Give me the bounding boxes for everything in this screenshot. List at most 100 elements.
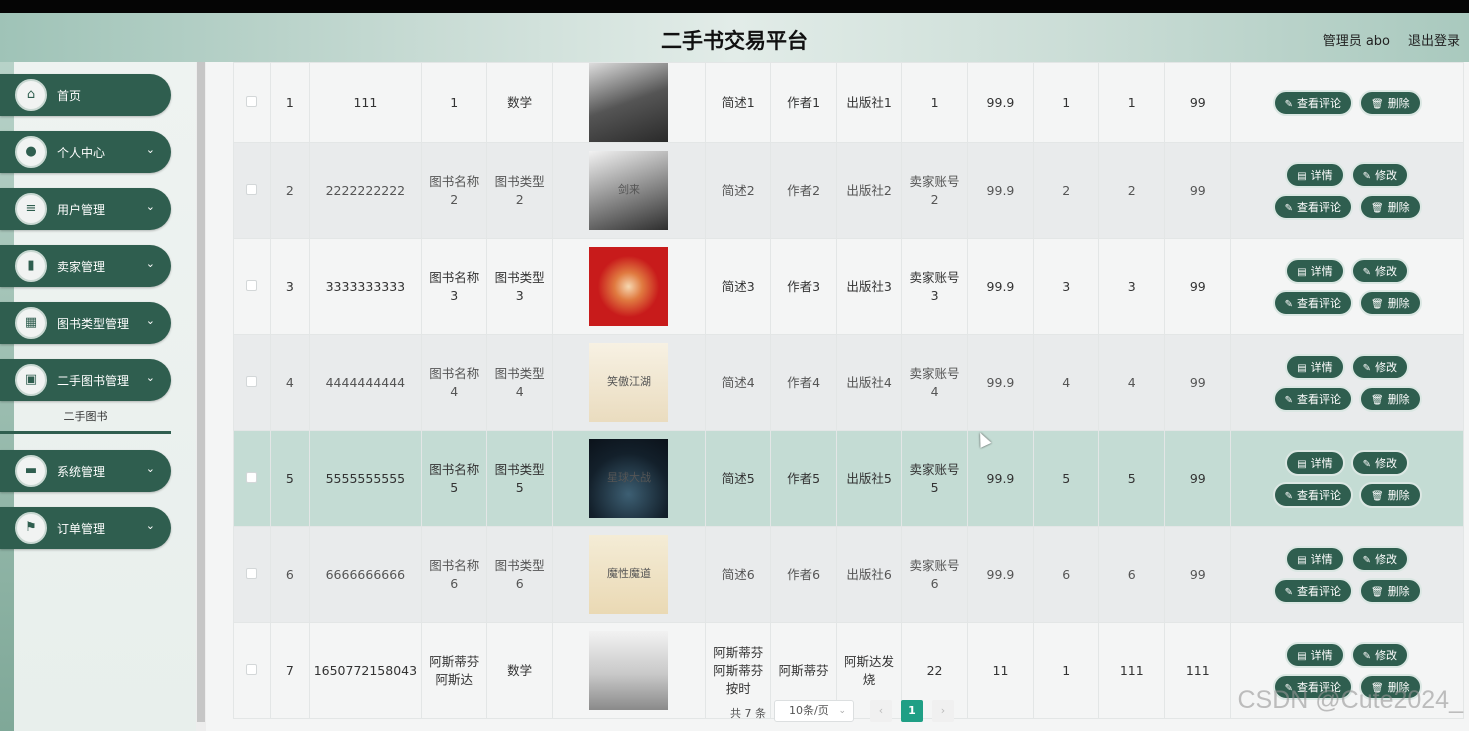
table-row[interactable]: 3 3333333333 图书名称3 图书类型3 简述3 作者3 出版社3 卖家账号3 99.9… [233,238,1464,335]
delete-button[interactable]: 🗑 删除 [1358,89,1422,116]
logout-link[interactable]: 退出登录 [1408,30,1460,49]
grid-icon: ▦ [15,307,47,339]
delete-button[interactable]: 🗑 删除 [1358,289,1422,316]
book-cover-image[interactable]: 笑傲江湖 [589,343,669,422]
edit-button[interactable]: ✎ 修改 [1350,257,1410,284]
cell-cover [551,238,707,335]
book-cover-image[interactable] [589,247,669,326]
book-cover-image[interactable]: 星球大战 [589,439,669,518]
row-checkbox[interactable] [246,471,258,483]
detail-button[interactable]: ▤ 详情 [1285,545,1345,572]
page-size-value: 10条/页 [789,704,829,717]
sidebar-item-2[interactable]: ● 个人中心 ⌄ [0,131,171,173]
trash-icon: 🗑 [1370,98,1384,110]
sidebar-item-5[interactable]: ▦ 图书类型管理 ⌄ [0,302,171,344]
prev-page-button[interactable]: ‹ [870,700,892,722]
page-title: 二手书交易平台 [661,29,808,53]
detail-button[interactable]: ▤ 详情 [1285,161,1345,188]
cell-value-1: 3 [1033,238,1100,335]
row-checkbox[interactable] [246,183,258,195]
cell-description: 简述3 [705,238,772,335]
cell-publisher: 出版社2 [835,142,903,239]
sidebar-item-6[interactable]: ▣ 二手图书管理 ⌄ [0,359,171,401]
table-row[interactable]: 5 5555555555 图书名称5 图书类型5 星球大战 简述5 作者5 出版社5 卖家账号5… [233,430,1464,527]
view-comments-button[interactable]: ✎ 查看评论 [1272,481,1353,508]
row-checkbox[interactable] [246,279,258,291]
cell-author: 作者6 [770,526,837,623]
row-checkbox[interactable] [246,375,258,387]
trash-icon: 🗑 [1370,490,1384,502]
table-row[interactable]: 6 6666666666 图书名称6 图书类型6 魔性魔道 简述6 作者6 出版社6 卖家账号6… [233,526,1464,623]
chat-icon: ▬ [15,455,47,487]
scrollbar-thumb[interactable] [197,62,205,722]
sidebar-item-3[interactable]: ≡ 用户管理 ⌄ [0,188,171,230]
next-page-button[interactable]: › [932,700,954,722]
view-comments-button[interactable]: ✎ 查看评论 [1272,193,1353,220]
edit-button[interactable]: ✎ 修改 [1350,545,1410,572]
sidebar-item-8[interactable]: ⚑ 订单管理 ⌄ [0,507,171,549]
book-cover-image[interactable] [589,63,669,142]
detail-button[interactable]: ▤ 详情 [1285,353,1345,380]
row-checkbox[interactable] [246,567,258,579]
table-row[interactable]: 1 111 1 数学 简述1 作者1 出版社1 1 99.9 1 1 99 ✎ 查看评论 🗑 删除 [233,62,1464,143]
book-cover-image[interactable]: 魔性魔道 [589,535,669,614]
trash-icon: 🗑 [1370,202,1384,214]
sidebar-item-4[interactable]: ▮ 卖家管理 ⌄ [0,245,171,287]
cell-actions: ▤ 详情 ✎ 修改 ✎ 查看评论 🗑 删除 [1230,142,1464,239]
row-actions: ▤ 详情 ✎ 修改 ✎ 查看评论 🗑 删除 [1247,255,1447,319]
cell-value-1: 6 [1033,526,1100,623]
delete-button-label: 删除 [1387,96,1410,110]
document-icon: ▤ [1297,266,1307,278]
cell-price: 99.9 [966,334,1035,431]
book-cover-image[interactable] [589,631,669,710]
delete-button-label: 删除 [1387,488,1410,502]
page-1-button[interactable]: 1 [901,700,923,722]
edit-button[interactable]: ✎ 修改 [1350,353,1410,380]
cell-actions: ▤ 详情 ✎ 修改 ✎ 查看评论 🗑 删除 [1230,238,1464,335]
watermark: CSDN @Cute2024_ [1237,686,1464,714]
row-checkbox-cell [233,62,271,143]
edit-button[interactable]: ✎ 修改 [1350,641,1410,668]
delete-button[interactable]: 🗑 删除 [1358,481,1422,508]
edit-button-label: 修改 [1375,360,1398,374]
sidebar-item-7[interactable]: ▬ 系统管理 ⌄ [0,450,171,492]
page-size-select[interactable]: 10条/页 ⌄ [774,700,854,722]
detail-button[interactable]: ▤ 详情 [1285,449,1345,476]
view-comments-button[interactable]: ✎ 查看评论 [1272,89,1353,116]
edit-button[interactable]: ✎ 修改 [1350,161,1410,188]
edit-button[interactable]: ✎ 修改 [1350,449,1410,476]
main-content: 1 111 1 数学 简述1 作者1 出版社1 1 99.9 1 1 99 ✎ 查看评论 🗑 删除 2 22222… [206,62,1469,731]
submenu-item-used-books[interactable]: 二手图书 [0,406,171,434]
row-checkbox[interactable] [246,95,258,107]
cell-value-3: 99 [1164,334,1232,431]
cell-index: 3 [269,238,310,335]
cell-value-2: 3 [1098,238,1166,335]
delete-button-label: 删除 [1387,296,1410,310]
trash-icon: 🗑 [1370,298,1384,310]
admin-user-label: 管理员 abo [1322,34,1390,49]
sidebar-item-1[interactable]: ⌂ 首页 [0,74,171,116]
view-comments-button[interactable]: ✎ 查看评论 [1272,289,1353,316]
delete-button[interactable]: 🗑 删除 [1358,193,1422,220]
cell-value-3: 111 [1164,622,1232,719]
view-comments-button[interactable]: ✎ 查看评论 [1272,385,1353,412]
chevron-down-icon: ⌄ [145,200,155,213]
sidebar-scrollbar[interactable] [196,62,206,731]
chevron-down-icon: ⌄ [145,257,155,270]
delete-button[interactable]: 🗑 删除 [1358,577,1422,604]
delete-button[interactable]: 🗑 删除 [1358,385,1422,412]
detail-button[interactable]: ▤ 详情 [1285,641,1345,668]
table-row[interactable]: 2 2222222222 图书名称2 图书类型2 剑来 简述2 作者2 出版社2 卖家账号2 99… [233,142,1464,239]
book-cover-image[interactable]: 剑来 [589,151,669,230]
sidebar-item-label: 二手图书管理 [57,374,130,388]
row-checkbox[interactable] [246,663,258,675]
detail-button-label: 详情 [1310,264,1333,278]
cell-index: 7 [269,622,310,719]
detail-button[interactable]: ▤ 详情 [1285,257,1345,284]
view-comments-button[interactable]: ✎ 查看评论 [1272,577,1353,604]
row-checkbox-cell [233,334,271,431]
list-icon: ≡ [15,193,47,225]
cell-value-2: 111 [1098,622,1166,719]
cell-value-1: 5 [1033,430,1100,527]
table-row[interactable]: 4 4444444444 图书名称4 图书类型4 笑傲江湖 简述4 作者4 出版社4 卖家账号4… [233,334,1464,431]
